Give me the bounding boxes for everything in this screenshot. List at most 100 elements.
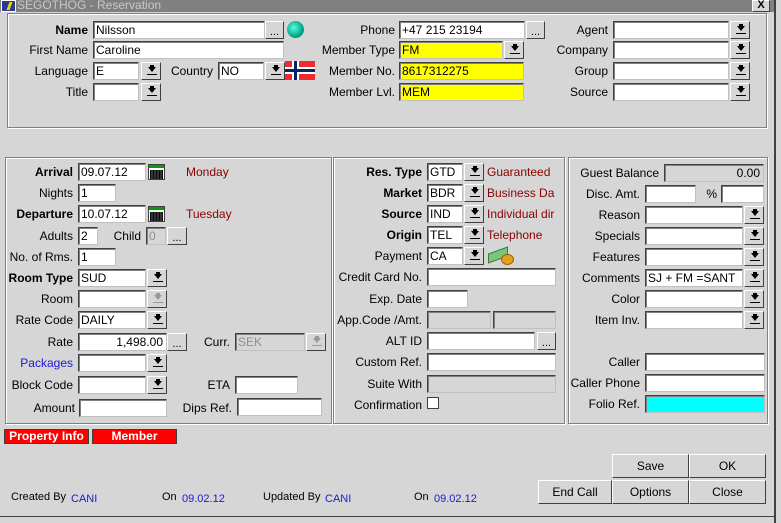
block-code-dropdown-button[interactable] [147,376,167,394]
color-dropdown-button[interactable] [744,290,764,308]
child-input[interactable]: 0 [146,227,166,245]
specials-dropdown-button[interactable] [744,227,764,245]
origin-dropdown-button[interactable] [464,226,484,244]
departure-label: Departure [16,207,73,221]
origin-input[interactable]: TEL [427,226,463,244]
block-code-input[interactable] [78,376,146,394]
group-dropdown-button[interactable] [730,62,750,80]
arrival-label: Arrival [34,165,73,179]
specials-label: Specials [594,229,640,243]
updated-on-label: On [414,491,429,503]
payment-dropdown-button[interactable] [464,247,484,265]
arrival-input[interactable]: 09.07.12 [78,163,146,181]
phone-input[interactable]: +47 215 23194 [399,21,525,39]
room-type-input[interactable]: SUD [78,269,146,287]
color-input[interactable] [645,290,743,308]
res-type-dropdown-button[interactable] [464,163,484,181]
company-label: Company [556,43,608,57]
rate-code-input[interactable]: DAILY [78,311,146,329]
eta-input[interactable] [235,376,298,394]
currency-input[interactable]: SEK [235,333,305,351]
reason-dropdown-button[interactable] [744,206,764,224]
departure-calendar-icon[interactable] [148,206,165,222]
rate-input[interactable]: 1,498.00 [78,333,167,351]
member-button[interactable]: Member [92,429,177,444]
options-button[interactable]: Options [612,480,689,504]
child-lookup-button[interactable]: ... [167,227,187,245]
agent-input[interactable] [613,21,729,39]
property-info-button[interactable]: Property Info [4,429,89,444]
payment-input[interactable]: CA [427,247,463,265]
market-dropdown-button[interactable] [464,184,484,202]
source-input[interactable] [613,83,729,101]
language-input[interactable]: E [93,62,139,80]
room-type-dropdown-button[interactable] [147,269,167,287]
room-input[interactable] [78,290,146,308]
features-dropdown-button[interactable] [744,248,764,266]
created-by-value: CANI [71,493,98,505]
confirmation-checkbox[interactable] [427,397,439,409]
end-call-button[interactable]: End Call [538,480,612,504]
booking-source-dropdown-button[interactable] [464,205,484,223]
language-dropdown-button[interactable] [141,62,161,80]
title-input[interactable] [93,83,139,101]
group-input[interactable] [613,62,729,80]
rate-code-dropdown-button[interactable] [147,311,167,329]
disc-amt-input[interactable] [645,185,696,203]
nights-input[interactable]: 1 [78,184,116,202]
save-button[interactable]: Save [612,454,689,478]
market-input[interactable]: BDR [427,184,463,202]
room-dropdown-button[interactable] [147,290,167,308]
caller-phone-input[interactable] [645,374,765,392]
agent-dropdown-button[interactable] [730,21,750,39]
comments-input[interactable]: SJ + FM =SANT [645,269,743,287]
rate-lookup-button[interactable]: ... [167,333,187,351]
member-no-input[interactable]: 8617312275 [399,62,524,80]
member-type-input[interactable]: FM [399,41,503,59]
window-close-button[interactable]: X [752,0,770,12]
caller-input[interactable] [645,353,765,371]
phone-lookup-button[interactable]: ... [526,21,545,39]
first-name-input[interactable]: Caroline [93,41,284,59]
ok-button[interactable]: OK [689,454,766,478]
alt-id-input[interactable] [427,332,535,350]
features-input[interactable] [645,248,743,266]
name-lookup-button[interactable]: ... [265,21,284,39]
packages-link[interactable]: Packages [4,354,73,372]
booking-source-input[interactable]: IND [427,205,463,223]
alt-id-lookup-button[interactable]: ... [537,332,556,350]
res-type-input[interactable]: GTD [427,163,463,181]
company-input[interactable] [613,41,729,59]
name-input[interactable]: Nilsson [93,21,265,39]
member-lvl-input[interactable]: MEM [399,83,524,101]
reason-input[interactable] [645,206,743,224]
rooms-input[interactable]: 1 [78,248,116,266]
company-dropdown-button[interactable] [730,41,750,59]
adults-input[interactable]: 2 [78,227,98,245]
percent-input[interactable] [721,185,764,203]
folio-ref-input[interactable] [645,395,765,413]
amount-input[interactable] [79,399,167,417]
created-on-value: 09.02.12 [182,493,225,505]
specials-input[interactable] [645,227,743,245]
credit-card-input[interactable] [427,268,556,286]
source-label: Source [569,85,608,99]
custom-ref-input[interactable] [427,353,556,371]
close-button[interactable]: Close [689,480,766,504]
currency-dropdown-button[interactable] [306,333,326,351]
source-dropdown-button[interactable] [730,83,750,101]
arrival-calendar-icon[interactable] [148,164,165,180]
packages-dropdown-button[interactable] [147,354,167,372]
comments-dropdown-button[interactable] [744,269,764,287]
country-input[interactable]: NO [218,62,264,80]
exp-date-input[interactable] [427,290,468,308]
dips-ref-input[interactable] [237,398,322,416]
country-dropdown-button[interactable] [265,62,285,80]
departure-input[interactable]: 10.07.12 [78,205,146,223]
title-dropdown-button[interactable] [141,83,161,101]
packages-input[interactable] [78,354,146,372]
app-icon [1,0,16,12]
item-inv-input[interactable] [645,311,743,329]
member-type-dropdown-button[interactable] [504,41,524,59]
item-inv-dropdown-button[interactable] [744,311,764,329]
